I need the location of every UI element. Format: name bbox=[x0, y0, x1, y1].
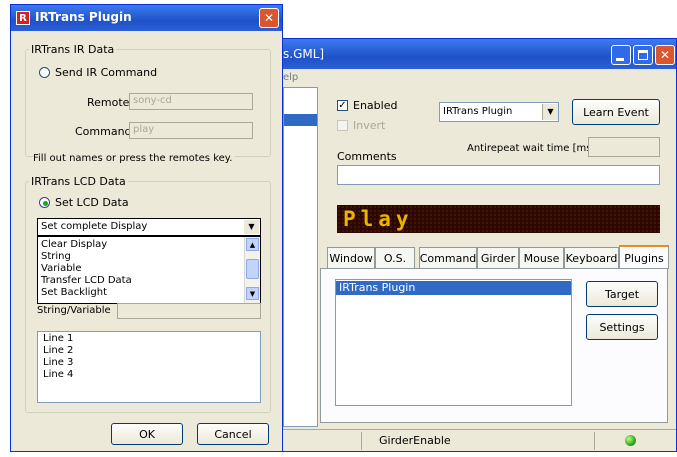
tab-plugins-label: Plugins bbox=[624, 251, 664, 265]
close-icon: ✕ bbox=[263, 11, 275, 25]
radio-dot-icon bbox=[43, 201, 48, 206]
tab-window-label: Window bbox=[329, 251, 373, 265]
invert-label: Invert bbox=[353, 119, 386, 132]
plugin-list-item[interactable]: IRTrans Plugin bbox=[336, 281, 571, 295]
minimize-icon bbox=[616, 58, 624, 61]
dialog-titlebar: R IRTrans Plugin ✕ bbox=[11, 5, 282, 31]
irtrans-dialog: R IRTrans Plugin ✕ IRTrans IR Data Send … bbox=[10, 4, 283, 452]
line-item: Line 1 bbox=[43, 333, 74, 344]
tab-strip: Window O.S. Command Girder Mouse Keyboar… bbox=[327, 245, 674, 269]
send-ir-label: Send IR Command bbox=[55, 66, 158, 79]
lcd-group-label: IRTrans LCD Data bbox=[29, 175, 128, 188]
lines-textarea[interactable]: Line 1 Line 2 Line 3 Line 4 bbox=[37, 331, 261, 403]
remote-label: Remote bbox=[87, 96, 130, 109]
ir-group-label: IRTrans IR Data bbox=[29, 43, 117, 56]
string-variable-label: String/Variable bbox=[37, 305, 111, 316]
main-titlebar: s.GML] ✕ bbox=[271, 39, 676, 69]
tab-girder[interactable]: Girder bbox=[477, 247, 519, 268]
tab-os[interactable]: O.S. bbox=[375, 247, 415, 268]
antirepeat-field[interactable] bbox=[588, 137, 660, 157]
menu-help-fragment[interactable]: elp bbox=[283, 72, 298, 83]
lcd-display: Play bbox=[337, 205, 660, 233]
target-button[interactable]: Target bbox=[586, 281, 658, 307]
remote-value: sony-cd bbox=[133, 95, 172, 106]
girder-main-window: s.GML] ✕ elp ✓ Enabled Invert IRTrans Pl… bbox=[270, 38, 677, 452]
dropdown-option[interactable]: Set Backlight bbox=[38, 287, 260, 299]
enabled-checkbox[interactable]: ✓ bbox=[337, 100, 348, 111]
dropdown-scrollbar[interactable]: ▲ ▼ bbox=[244, 237, 260, 303]
status-text: GirderEnable bbox=[379, 434, 451, 447]
tab-window[interactable]: Window bbox=[327, 247, 375, 268]
command-label: Command bbox=[75, 125, 132, 138]
cancel-button[interactable]: Cancel bbox=[197, 423, 269, 445]
tree-selected-row[interactable] bbox=[284, 114, 317, 126]
tab-command-label: Command bbox=[419, 251, 477, 265]
close-icon: ✕ bbox=[659, 48, 671, 62]
invert-checkbox[interactable] bbox=[337, 120, 348, 131]
dropdown-option[interactable]: String bbox=[38, 251, 260, 263]
set-lcd-label: Set LCD Data bbox=[55, 196, 129, 209]
comments-label: Comments bbox=[337, 150, 397, 163]
plugin-select[interactable]: IRTrans Plugin ▼ bbox=[439, 102, 559, 122]
dialog-title: IRTrans Plugin bbox=[35, 10, 132, 24]
scroll-down-icon[interactable]: ▼ bbox=[246, 287, 259, 300]
lcd-action-dropdown-list[interactable]: Clear Display String Variable Transfer L… bbox=[37, 236, 261, 304]
main-window-title: s.GML] bbox=[283, 47, 325, 61]
comments-input[interactable] bbox=[337, 165, 660, 185]
command-field[interactable]: play bbox=[129, 122, 253, 139]
status-divider-2 bbox=[594, 432, 595, 450]
scroll-up-icon[interactable]: ▲ bbox=[246, 238, 259, 251]
line-item: Line 2 bbox=[43, 345, 74, 356]
settings-button[interactable]: Settings bbox=[586, 314, 658, 340]
chevron-down-icon[interactable]: ▼ bbox=[542, 104, 558, 120]
learn-event-button[interactable]: Learn Event bbox=[572, 99, 660, 125]
irtrans-logo-icon: R bbox=[16, 11, 30, 25]
set-lcd-radio[interactable] bbox=[39, 197, 50, 208]
tab-keyboard-label: Keyboard bbox=[565, 251, 618, 265]
dropdown-option[interactable]: Variable bbox=[38, 263, 260, 275]
tab-girder-label: Girder bbox=[480, 251, 516, 265]
tab-command[interactable]: Command bbox=[419, 247, 477, 268]
ok-button[interactable]: OK bbox=[111, 423, 183, 445]
status-led-icon bbox=[625, 435, 636, 446]
lcd-action-value: Set complete Display bbox=[41, 221, 148, 232]
minimize-button[interactable] bbox=[611, 45, 631, 65]
hint-text: Fill out names or press the remotes key. bbox=[33, 153, 235, 164]
dialog-close-button[interactable]: ✕ bbox=[259, 8, 279, 28]
lcd-display-text: Play bbox=[343, 207, 414, 231]
lcd-action-select[interactable]: Set complete Display ▼ bbox=[37, 218, 261, 236]
maximize-button[interactable] bbox=[633, 45, 653, 65]
tab-plugins[interactable]: Plugins bbox=[619, 245, 669, 269]
maximize-icon bbox=[638, 50, 648, 60]
string-variable-field[interactable] bbox=[117, 303, 261, 319]
tab-os-label: O.S. bbox=[383, 251, 407, 265]
status-divider bbox=[361, 432, 362, 450]
enabled-label: Enabled bbox=[353, 99, 398, 112]
status-bar: GirderEnable bbox=[271, 429, 676, 451]
plugin-list[interactable]: IRTrans Plugin bbox=[335, 279, 572, 406]
chevron-down-icon[interactable]: ▼ bbox=[244, 220, 259, 234]
command-value: play bbox=[133, 124, 155, 135]
tab-mouse-label: Mouse bbox=[523, 251, 560, 265]
tree-panel[interactable] bbox=[283, 87, 318, 427]
antirepeat-label: Antirepeat wait time [ms] bbox=[467, 143, 596, 154]
scroll-thumb[interactable] bbox=[246, 259, 259, 279]
send-ir-radio[interactable] bbox=[39, 67, 50, 78]
close-button[interactable]: ✕ bbox=[655, 45, 675, 65]
remote-field[interactable]: sony-cd bbox=[129, 93, 253, 110]
plugins-tab-panel: IRTrans Plugin Target Settings bbox=[320, 268, 668, 423]
tab-keyboard[interactable]: Keyboard bbox=[564, 247, 619, 268]
dropdown-option[interactable]: Clear Display bbox=[38, 239, 260, 251]
tab-mouse[interactable]: Mouse bbox=[519, 247, 564, 268]
line-item: Line 4 bbox=[43, 369, 74, 380]
plugin-select-value: IRTrans Plugin bbox=[443, 106, 513, 117]
line-item: Line 3 bbox=[43, 357, 74, 368]
dropdown-option[interactable]: Transfer LCD Data bbox=[38, 275, 260, 287]
